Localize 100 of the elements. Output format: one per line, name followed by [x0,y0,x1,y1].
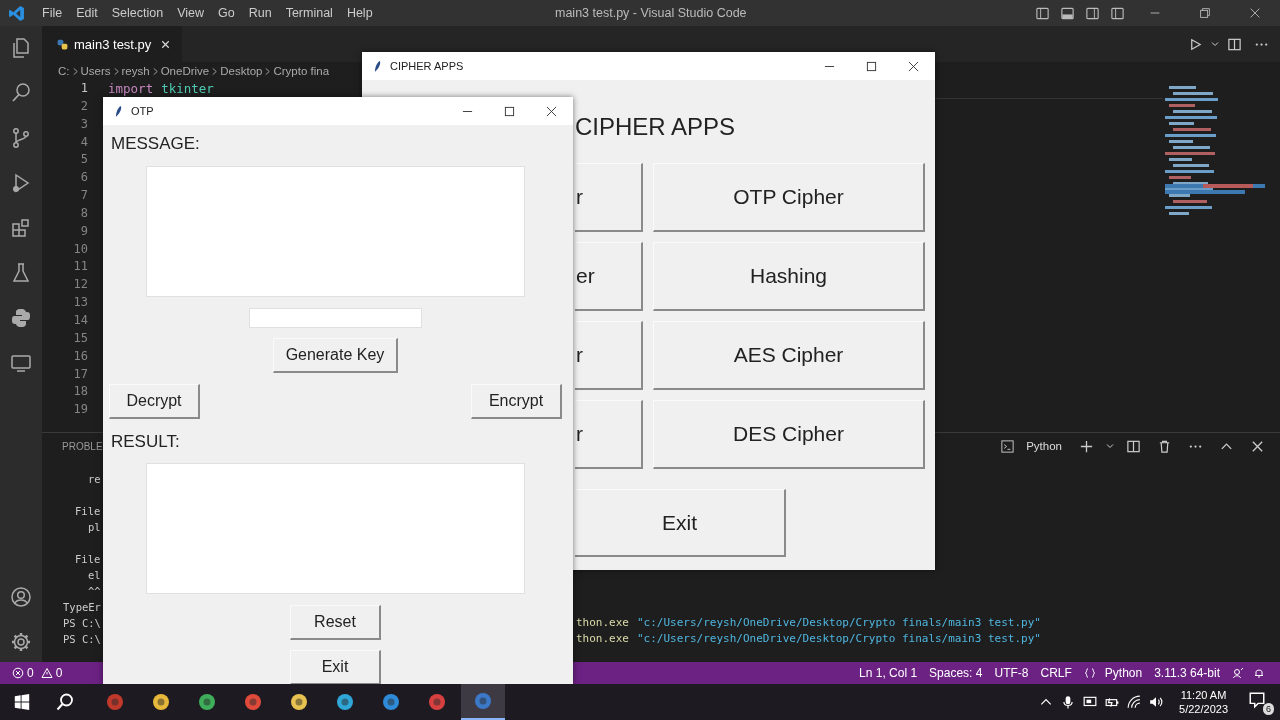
feedback-icon[interactable] [1232,667,1244,679]
maximize-icon[interactable] [866,60,877,72]
warning-icon[interactable] [40,667,53,679]
app-icon [289,692,309,712]
line-number: 2 [80,97,88,115]
line-number: 10 [73,240,88,258]
reset-button[interactable]: Reset [290,605,381,640]
maximize-icon[interactable] [504,105,515,117]
key-field[interactable] [249,308,422,328]
status-item[interactable]: 3.11.3 64-bit [1154,666,1220,680]
terminal-text: File [75,553,101,565]
terminal-text: ^^ [88,585,101,597]
layout-icon[interactable] [1085,5,1100,21]
layout-icon[interactable] [1035,5,1050,21]
breadcrumb-item[interactable]: Crypto fina [272,65,331,77]
layout-icon[interactable] [1110,5,1125,21]
close-icon[interactable] [908,60,919,72]
chevron-down-icon[interactable] [1210,39,1220,49]
start-icon[interactable] [13,693,31,711]
status-item[interactable]: Spaces: 4 [929,666,983,680]
terminal-argument: "c:/Users/reysh/OneDrive/Desktop/Crypto finals/main3 test.py" [637,631,1041,647]
braces-icon [1083,667,1096,679]
microphone-icon[interactable] [1061,695,1076,709]
generate-key-button[interactable]: Generate Key [273,338,398,373]
menu-button[interactable]: er [575,242,643,311]
breadcrumb-item[interactable]: Users [79,65,112,77]
chevron-down-icon[interactable] [1105,441,1115,451]
line-number: 5 [80,151,88,169]
panel-tab[interactable]: PROBLE [62,440,103,452]
menu-item[interactable]: View [170,6,211,20]
line-number: 16 [73,347,88,365]
speaker-icon[interactable] [1149,695,1164,709]
close-icon[interactable] [1248,6,1262,20]
trash-icon[interactable] [1157,438,1172,454]
status-item[interactable]: CRLF [1040,666,1072,680]
breadcrumb-item[interactable]: reysh [120,65,151,77]
terminal-text: pl [88,521,101,533]
encrypt-button[interactable]: Encrypt [471,384,562,419]
status-item[interactable]: Ln 1, Col 1 [859,666,918,680]
terminal-name[interactable]: Python [1026,440,1062,452]
app-icon [151,692,171,712]
menu-item[interactable]: Go [211,6,242,20]
layout-icon[interactable] [1060,5,1075,21]
line-number: 13 [73,294,88,312]
menu-button[interactable]: Hashing [653,242,925,311]
clock-time[interactable]: 11:20 AM [1180,688,1227,702]
breadcrumb-item[interactable]: Desktop [219,65,264,77]
error-icon[interactable] [12,667,24,679]
exit-button[interactable]: Exit [290,650,381,684]
status-item[interactable]: Python [1104,666,1143,680]
status-item[interactable]: UTF-8 [994,666,1029,680]
settings-icon[interactable] [9,630,33,654]
split-terminal-icon[interactable] [1126,438,1141,454]
restore-icon[interactable] [1198,6,1212,20]
run-icon[interactable] [1188,36,1203,52]
chevron-right-icon [112,66,120,76]
taskbar-app[interactable] [461,684,505,720]
code-keyword: import [108,80,154,98]
add-icon[interactable] [1079,438,1094,454]
notification-count: 6 [1263,703,1274,715]
field-label: MESSAGE: [111,134,200,154]
menu-item[interactable]: Help [339,6,380,20]
menu-button[interactable]: r [575,163,643,232]
menu-button[interactable]: AES Cipher [653,321,925,390]
decrypt-button[interactable]: Decrypt [109,384,200,419]
notification-icon[interactable] [1248,691,1266,709]
menu-item[interactable]: Terminal [278,6,340,20]
app-icon [105,692,125,712]
account-icon[interactable] [9,585,33,609]
error-count[interactable]: 0 [27,666,34,680]
menu-item[interactable]: File [35,6,70,20]
battery-icon[interactable] [1105,695,1120,709]
menu-button[interactable]: r [575,400,643,469]
monitor-icon[interactable] [1083,695,1098,709]
menu-button[interactable]: r [575,321,643,390]
editor-tab[interactable]: main3 test.py [42,26,183,62]
split-editor-icon[interactable] [1227,36,1242,52]
menu-item[interactable]: Edit [69,6,105,20]
terminal-text: PS C:\ [63,617,101,629]
terminal-text: el [88,569,101,581]
search-icon[interactable] [55,692,75,712]
warning-count[interactable]: 0 [55,666,63,680]
breadcrumb-item[interactable]: OneDrive [159,65,211,77]
message-field[interactable] [146,166,525,297]
file-type-icon [56,37,69,51]
chevron-right-icon [211,66,219,76]
menu-item[interactable]: Run [241,6,279,20]
menu-item[interactable]: Selection [104,6,171,20]
clock-date[interactable]: 5/22/2023 [1179,702,1228,716]
breadcrumb-item[interactable]: C: [57,65,71,77]
window-title: OTP [131,105,154,117]
app-icon [473,691,493,711]
exit-button[interactable]: Exit [575,489,786,557]
menu-button[interactable]: DES Cipher [653,400,925,469]
result-field[interactable] [146,463,525,594]
wifi-icon[interactable] [1127,695,1142,709]
snake-logo-icon[interactable] [9,306,33,330]
bell-icon[interactable] [1253,667,1265,679]
close-icon[interactable] [546,105,557,117]
menu-button[interactable]: OTP Cipher [653,163,925,232]
